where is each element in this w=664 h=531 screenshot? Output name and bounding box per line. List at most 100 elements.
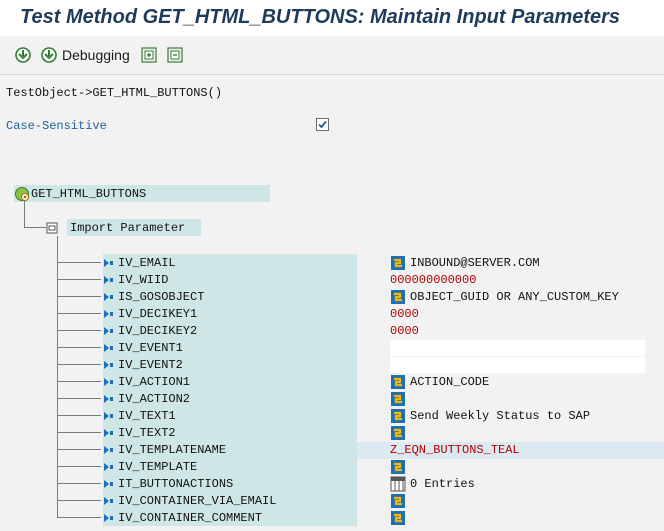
tree-connector <box>24 201 25 228</box>
case-sensitive-checkbox[interactable] <box>316 118 329 131</box>
tree-group-node[interactable]: Import Parameter <box>46 219 231 236</box>
parameter-value[interactable] <box>390 509 406 526</box>
collapse-all-button[interactable] <box>166 45 184 65</box>
tree-connector <box>57 517 101 518</box>
tree-connector <box>57 398 101 399</box>
table-icon <box>390 476 406 491</box>
parameter-value[interactable]: 000000000000 <box>390 271 476 288</box>
parameter-row[interactable]: IV_CONTAINER_COMMENT <box>103 509 357 526</box>
expand-all-button[interactable] <box>140 45 158 65</box>
parameter-name: IV_TEXT1 <box>118 408 176 423</box>
value-help-icon <box>391 459 405 474</box>
parameter-row[interactable]: IV_TEXT2 <box>103 424 357 441</box>
parameter-row[interactable]: IV_DECIKEY1 <box>103 305 357 322</box>
parameter-value-text: Send Weekly Status to SAP <box>410 408 591 423</box>
parameter-value-text: INBOUND@SERVER.COM <box>410 255 540 270</box>
parameter-name: IV_DECIKEY1 <box>118 306 198 321</box>
parameter-name: IV_EVENT1 <box>118 340 183 355</box>
tree-connector <box>57 500 101 501</box>
tree-root-node[interactable]: GET_HTML_BUTTONS <box>14 185 270 202</box>
parameter-name: IV_TEMPLATE <box>118 459 198 474</box>
parameter-row[interactable]: IV_TEXT1 <box>103 407 357 424</box>
value-help-icon <box>391 374 405 389</box>
parameter-row[interactable]: IV_TEMPLATENAME <box>103 441 357 458</box>
parameter-value[interactable]: Z_EQN_BUTTONS_TEAL <box>390 441 520 458</box>
parameter-value-text: ACTION_CODE <box>410 374 490 389</box>
window-title: Test Method GET_HTML_BUTTONS: Maintain I… <box>20 6 621 28</box>
parameter-value[interactable]: OBJECT_GUID OR ANY_CUSTOM_KEY <box>390 288 619 305</box>
parameter-row[interactable]: IV_EMAIL <box>103 254 357 271</box>
tree-group-label: Import Parameter <box>67 219 202 236</box>
parameter-row[interactable]: IV_ACTION1 <box>103 373 357 390</box>
parameter-row[interactable]: IV_TEMPLATE <box>103 458 357 475</box>
value-help-icon <box>391 391 405 406</box>
value-help-icon <box>391 493 405 508</box>
expand-arrow-icon <box>104 395 113 403</box>
tree-connector <box>57 364 101 365</box>
expand-arrow-icon <box>104 327 113 335</box>
execute-button[interactable] <box>14 45 32 65</box>
parameter-value[interactable] <box>390 390 406 407</box>
tree-connector <box>57 330 101 331</box>
tree-root-label: GET_HTML_BUTTONS <box>31 186 147 201</box>
parameter-value[interactable]: Send Weekly Status to SAP <box>390 407 590 424</box>
object-path: TestObject->GET_HTML_BUTTONS() <box>6 86 223 100</box>
parameter-value[interactable] <box>390 492 406 509</box>
parameter-value[interactable] <box>390 458 406 475</box>
parameter-name: IV_TEXT2 <box>118 425 176 440</box>
execute-icon <box>15 47 31 63</box>
parameter-value[interactable]: 0000 <box>390 305 419 322</box>
expand-arrow-icon <box>104 361 113 369</box>
parameter-value-text: 0 Entries <box>410 476 475 491</box>
value-help-icon <box>391 289 405 304</box>
parameter-row[interactable]: IV_EVENT1 <box>103 339 357 356</box>
toolbar: Debugging <box>0 36 664 75</box>
expand-arrow-icon <box>104 514 113 522</box>
parameter-row[interactable]: IV_CONTAINER_VIA_EMAIL <box>103 492 357 509</box>
parameter-value-text: OBJECT_GUID OR ANY_CUSTOM_KEY <box>410 289 619 304</box>
parameter-name: IS_GOSOBJECT <box>118 289 205 304</box>
parameter-row[interactable]: IV_DECIKEY2 <box>103 322 357 339</box>
value-help-icon <box>391 408 405 423</box>
tree-connector <box>24 227 46 228</box>
parameter-name: IV_WIID <box>118 272 169 287</box>
parameter-value[interactable] <box>390 424 406 441</box>
parameter-name: IV_EVENT2 <box>118 357 183 372</box>
value-help-icon <box>391 425 405 440</box>
tree-connector <box>57 432 101 433</box>
value-help-icon <box>391 510 405 525</box>
parameter-name: IV_TEMPLATENAME <box>118 442 227 457</box>
parameter-name: IV_ACTION1 <box>118 374 191 389</box>
parameter-value[interactable]: ACTION_CODE <box>390 373 489 390</box>
expand-arrow-icon <box>104 344 113 352</box>
parameter-value-field[interactable] <box>390 340 645 356</box>
expand-arrow-icon <box>104 259 113 267</box>
parameter-name: IV_ACTION2 <box>118 391 191 406</box>
tree-connector <box>57 262 101 263</box>
parameter-value[interactable]: 0000 <box>390 322 419 339</box>
expand-arrow-icon <box>104 497 113 505</box>
parameter-value[interactable]: 0 Entries <box>390 475 475 492</box>
tree-connector <box>57 449 101 450</box>
parameter-row[interactable]: IS_GOSOBJECT <box>103 288 357 305</box>
expand-arrow-icon <box>104 446 113 454</box>
debugging-button[interactable]: Debugging <box>40 45 130 65</box>
parameter-value-field[interactable] <box>390 357 645 373</box>
method-icon <box>15 186 29 201</box>
expand-arrow-icon <box>104 293 113 301</box>
parameter-row[interactable]: IV_ACTION2 <box>103 390 357 407</box>
parameter-row[interactable]: IV_WIID <box>103 271 357 288</box>
parameter-value[interactable]: INBOUND@SERVER.COM <box>390 254 540 271</box>
parameter-name: IV_CONTAINER_COMMENT <box>118 510 263 525</box>
parameter-row[interactable]: IV_EVENT2 <box>103 356 357 373</box>
tree-connector <box>57 483 101 484</box>
parameter-row[interactable]: IT_BUTTONACTIONS <box>103 475 357 492</box>
parameter-name: IV_DECIKEY2 <box>118 323 198 338</box>
parameter-name: IV_EMAIL <box>118 255 176 270</box>
title-bar: Test Method GET_HTML_BUTTONS: Maintain I… <box>0 0 664 37</box>
expand-arrow-icon <box>104 412 113 420</box>
parameter-value-text: 0000 <box>390 323 419 338</box>
parameter-name: IT_BUTTONACTIONS <box>118 476 234 491</box>
checkmark-icon <box>318 120 327 129</box>
expand-arrow-icon <box>104 463 113 471</box>
